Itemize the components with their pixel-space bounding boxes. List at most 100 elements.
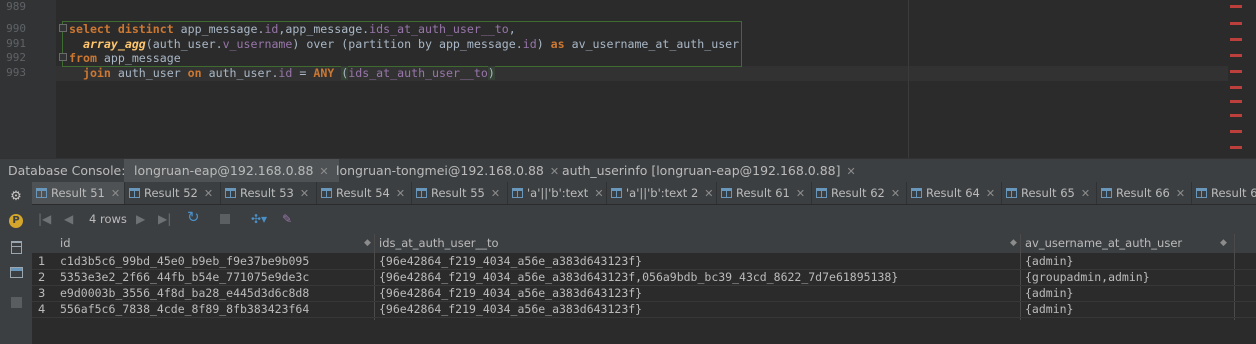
result-tabbar: Result 51 ✕ Result 52 ✕ Result 53 ✕ Result 54 ✕… bbox=[32, 182, 1256, 205]
error-stripe-mark[interactable] bbox=[1230, 114, 1242, 117]
result-tab-label: 'a'||'b':text 2 bbox=[626, 186, 699, 200]
error-stripe-mark[interactable] bbox=[1230, 130, 1242, 133]
sort-icon[interactable]: ◆ bbox=[1220, 234, 1227, 253]
cell-id[interactable]: 556af5c6_7838_4cde_8f89_8fb383423f64 bbox=[60, 301, 309, 317]
fold-marker-icon[interactable] bbox=[59, 53, 67, 61]
result-tab-label: Result 61 bbox=[736, 186, 790, 200]
sort-icon[interactable]: ◆ bbox=[1010, 234, 1017, 253]
close-icon[interactable]: ✕ bbox=[491, 187, 500, 200]
close-icon[interactable]: ✕ bbox=[986, 187, 995, 200]
cell-av-username[interactable]: {groupadmin,admin} bbox=[1025, 269, 1150, 285]
result-tab[interactable]: Result 62 ✕ bbox=[812, 182, 907, 204]
code-token: auth_user. bbox=[201, 66, 279, 80]
code-token: on bbox=[187, 66, 202, 80]
close-icon[interactable]: ✕ bbox=[796, 187, 805, 200]
stop-query-icon[interactable] bbox=[220, 211, 230, 227]
table-icon bbox=[129, 188, 140, 198]
cell-id[interactable]: c1d3b5c6_99bd_45e0_b9eb_f9e37be9b095 bbox=[60, 253, 309, 269]
sort-icon[interactable]: ◆ bbox=[364, 234, 371, 253]
settings-wrench-icon[interactable]: ⚙ bbox=[8, 188, 24, 204]
result-tab[interactable]: Result 55 ✕ bbox=[412, 182, 508, 204]
code-line[interactable]: join auth_user on auth_user.id = ANY (id… bbox=[69, 66, 495, 80]
column-header-ids-at-auth-user-to[interactable]: ids_at_auth_user__to bbox=[379, 234, 499, 253]
error-stripe-mark[interactable] bbox=[1230, 146, 1242, 149]
error-stripe-mark[interactable] bbox=[1230, 86, 1242, 89]
cell-id[interactable]: e9d0003b_3556_4f8d_ba28_e445d3d6c8d8 bbox=[60, 285, 309, 301]
result-tab[interactable]: Result 54 ✕ bbox=[317, 182, 412, 204]
error-stripe-mark[interactable] bbox=[1230, 38, 1242, 41]
close-icon[interactable]: ✕ bbox=[1081, 187, 1090, 200]
refresh-icon[interactable]: ↻ bbox=[187, 209, 200, 225]
table-row[interactable]: 1 c1d3b5c6_99bd_45e0_b9eb_f9e37be9b095 {96… bbox=[32, 253, 1256, 269]
row-number: 4 bbox=[38, 302, 46, 316]
error-stripe-mark[interactable] bbox=[1230, 5, 1242, 8]
result-tab[interactable]: Result 66 ✕ bbox=[1097, 182, 1192, 204]
result-grid[interactable]: id ◆ ids_at_auth_user__to ◆ av_username_… bbox=[32, 234, 1256, 344]
close-icon[interactable]: ✕ bbox=[111, 187, 120, 200]
table-row[interactable]: 4 556af5c6_7838_4cde_8f89_8fb383423f64 {96… bbox=[32, 301, 1256, 317]
result-tab[interactable]: 'a'||'b':text 2 ✕ bbox=[607, 182, 717, 204]
cell-ids-at-auth-user-to[interactable]: {96e42864_f219_4034_a56e_a383d643123f,05… bbox=[379, 269, 898, 285]
table-row[interactable]: 2 5353e3e2_2f66_44fb_b54e_771075e9de3c {96… bbox=[32, 269, 1256, 285]
code-token: id bbox=[264, 22, 279, 36]
close-icon[interactable]: ✕ bbox=[204, 187, 213, 200]
transpose-icon[interactable]: ✣▾ bbox=[251, 211, 267, 227]
result-tab[interactable]: Result 61 ✕ bbox=[717, 182, 812, 204]
close-icon[interactable]: ✕ bbox=[300, 187, 309, 200]
cell-av-username[interactable]: {admin} bbox=[1025, 285, 1073, 301]
console-tab-auth-userinfo[interactable]: auth_userinfo [longruan-eap@192.168.0.88… bbox=[552, 159, 866, 182]
result-tab[interactable]: Result 51 ✕ bbox=[32, 182, 125, 204]
result-tab[interactable]: Result 67 bbox=[1192, 182, 1256, 204]
editor-scrollbar[interactable] bbox=[1228, 0, 1244, 158]
table-icon bbox=[225, 188, 236, 198]
table-icon bbox=[611, 188, 622, 198]
fold-marker-icon[interactable] bbox=[59, 24, 67, 32]
table-row[interactable]: 3 e9d0003b_3556_4f8d_ba28_e445d3d6c8d8 {96… bbox=[32, 285, 1256, 301]
first-page-icon[interactable]: |◀ bbox=[38, 211, 51, 227]
close-icon[interactable]: ✕ bbox=[704, 187, 713, 200]
result-tab[interactable]: Result 64 ✕ bbox=[907, 182, 1002, 204]
cell-ids-at-auth-user-to[interactable]: {96e42864_f219_4034_a56e_a383d643123f} bbox=[379, 253, 642, 269]
result-tab[interactable]: 'a'||'b':text ✕ bbox=[508, 182, 607, 204]
code-line[interactable]: select distinct app_message.id,app_messa… bbox=[69, 22, 516, 36]
code-token: av_username_at_auth_user bbox=[564, 37, 740, 51]
cell-av-username[interactable]: {admin} bbox=[1025, 301, 1073, 317]
layout-icon[interactable] bbox=[8, 264, 24, 280]
error-stripe-mark[interactable] bbox=[1230, 70, 1242, 73]
result-tab-label: Result 51 bbox=[51, 186, 105, 200]
row-number: 3 bbox=[38, 286, 46, 300]
table-icon bbox=[1101, 188, 1112, 198]
result-tab[interactable]: Result 65 ✕ bbox=[1002, 182, 1097, 204]
cell-ids-at-auth-user-to[interactable]: {96e42864_f219_4034_a56e_a383d643123f} bbox=[379, 301, 642, 317]
close-icon[interactable]: ✕ bbox=[891, 187, 900, 200]
column-header-av-username[interactable]: av_username_at_auth_user bbox=[1025, 234, 1182, 253]
result-tab[interactable]: Result 53 ✕ bbox=[221, 182, 317, 204]
previous-page-icon[interactable]: ◀ bbox=[64, 211, 73, 227]
sql-editor[interactable]: 989 990 991 992 993 select distinct app_mess… bbox=[0, 0, 1256, 158]
error-stripe-mark[interactable] bbox=[1230, 100, 1242, 103]
column-header-id[interactable]: id bbox=[60, 234, 71, 253]
error-stripe-mark[interactable] bbox=[1230, 22, 1242, 25]
console-tab-longruan-tongmei[interactable]: longruan-tongmei@192.168.0.88 ✕ bbox=[326, 159, 569, 182]
close-icon[interactable]: ✕ bbox=[594, 187, 603, 200]
console-tab-longruan-eap[interactable]: longruan-eap@192.168.0.88 ✕ bbox=[124, 159, 339, 182]
line-number: 993 bbox=[6, 66, 26, 79]
code-line[interactable]: array_agg(auth_user.v_username) over (pa… bbox=[69, 37, 739, 51]
close-icon[interactable]: ✕ bbox=[1176, 187, 1185, 200]
last-page-icon[interactable]: ▶| bbox=[158, 211, 171, 227]
result-tab[interactable]: Result 52 ✕ bbox=[125, 182, 221, 204]
error-stripe-mark[interactable] bbox=[1230, 54, 1242, 57]
close-icon[interactable]: ✕ bbox=[847, 165, 856, 178]
grid-toolbar: |◀ ◀ 4 rows ▶ ▶| ↻ ✣▾ ✎ bbox=[32, 205, 1256, 234]
cell-id[interactable]: 5353e3e2_2f66_44fb_b54e_771075e9de3c bbox=[60, 269, 309, 285]
cell-ids-at-auth-user-to[interactable]: {96e42864_f219_4034_a56e_a383d643123f} bbox=[379, 285, 642, 301]
export-icon[interactable] bbox=[8, 239, 24, 255]
stop-icon[interactable] bbox=[8, 294, 24, 310]
next-page-icon[interactable]: ▶ bbox=[136, 211, 145, 227]
row-count-label[interactable]: 4 rows bbox=[89, 211, 127, 227]
cell-av-username[interactable]: {admin} bbox=[1025, 253, 1073, 269]
close-icon[interactable]: ✕ bbox=[396, 187, 405, 200]
pin-tab-icon[interactable]: ✎ bbox=[282, 211, 292, 227]
code-line[interactable]: from app_message bbox=[69, 51, 181, 65]
pin-icon[interactable]: P bbox=[8, 213, 24, 229]
